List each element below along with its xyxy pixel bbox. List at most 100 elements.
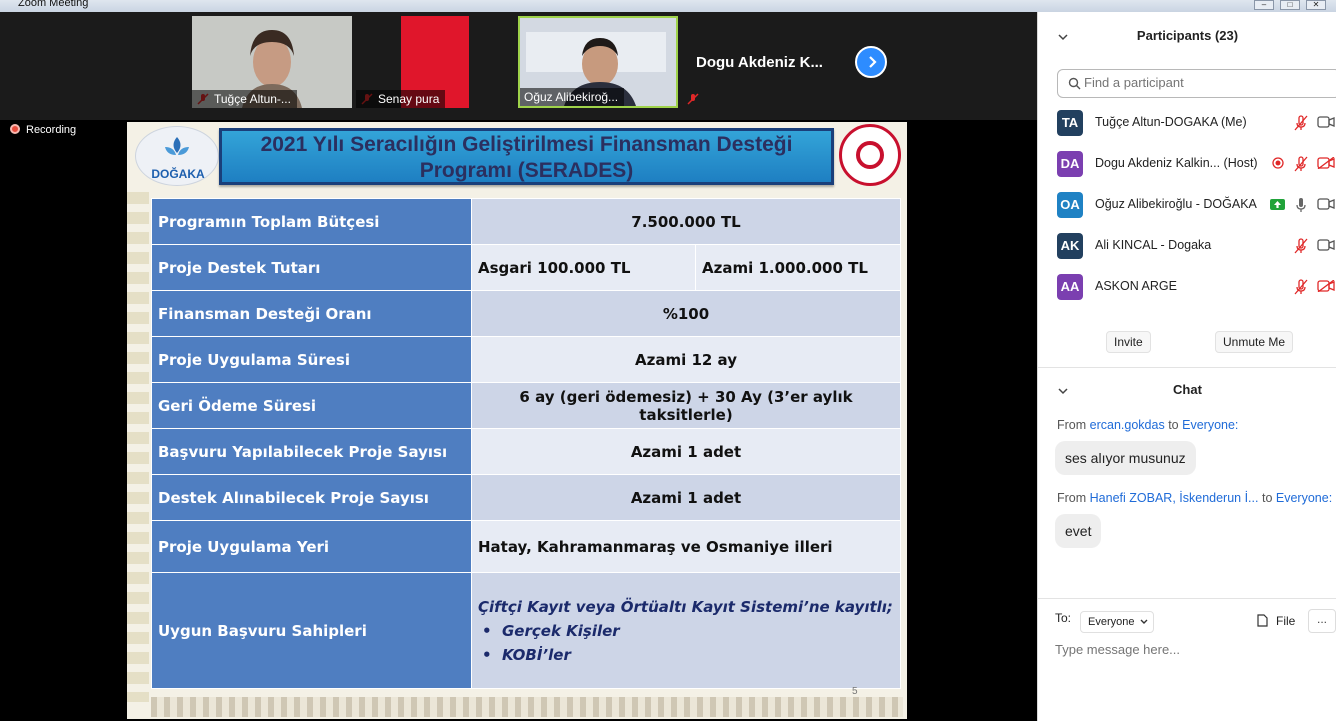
row-label: Proje Uygulama Süresi: [151, 336, 472, 383]
row-value: Azami 12 ay: [471, 336, 901, 383]
row-value: Hatay, Kahramanmaraş ve Osmaniye illeri: [471, 520, 901, 573]
unmute-me-button[interactable]: Unmute Me: [1215, 331, 1294, 353]
participant-row[interactable]: AA ASKON ARGE: [1038, 267, 1336, 307]
chevron-down-icon: [1140, 619, 1148, 624]
list-item: Gerçek Kişiler: [478, 619, 900, 643]
more-options-button[interactable]: ...: [1308, 609, 1336, 633]
row-label: Finansman Desteği Oranı: [151, 290, 472, 337]
row-label: Başvuru Yapılabilecek Proje Sayısı: [151, 428, 472, 475]
title-bar: Zoom Meeting – □ ✕: [0, 0, 1336, 12]
file-button[interactable]: File: [1257, 614, 1295, 628]
chat-message-input[interactable]: [1055, 642, 1325, 657]
meeting-area: Tuğçe Altun-... Senay pura Oğuz Alibekir…: [0, 12, 1037, 721]
row-value: Azami 1 adet: [471, 428, 901, 475]
from-label: From: [1057, 491, 1087, 505]
table-row: Proje Uygulama Süresi Azami 12 ay: [151, 336, 901, 383]
maximize-button[interactable]: □: [1280, 0, 1300, 10]
slide-title: 2021 Yılı Seracılığın Geliştirilmesi Fin…: [219, 128, 834, 185]
recipient-select[interactable]: Everyone: [1080, 611, 1154, 633]
participant-search[interactable]: [1057, 69, 1336, 98]
video-camera-icon[interactable]: [1317, 239, 1335, 251]
decorative-border: [151, 697, 903, 717]
dogaka-logo: DOĞAKA: [135, 126, 219, 186]
next-page-button[interactable]: [855, 46, 887, 78]
row-value: Asgari 100.000 TL: [471, 244, 696, 291]
video-thumbnail-active-speaker[interactable]: Oğuz Alibekiroğ...: [518, 16, 678, 108]
participant-name: Ali KINCAL - Dogaka: [1095, 238, 1212, 252]
close-button[interactable]: ✕: [1306, 0, 1326, 10]
table-row: Programın Toplam Bütçesi 7.500.000 TL: [151, 198, 901, 245]
recording-indicator[interactable]: Recording: [10, 124, 76, 136]
video-off-icon[interactable]: [1317, 280, 1335, 292]
row-value: %100: [471, 290, 901, 337]
video-camera-icon[interactable]: [1317, 198, 1335, 210]
table-row: Proje Destek Tutarı Asgari 100.000 TL Az…: [151, 244, 901, 291]
avatar: OA: [1057, 192, 1083, 218]
video-camera-icon[interactable]: [1317, 116, 1335, 128]
row-value: Azami 1.000.000 TL: [695, 244, 901, 291]
slide-title-line1: 2021 Yılı Seracılığın Geliştirilmesi Fin…: [260, 133, 793, 156]
search-input[interactable]: [1084, 75, 1324, 90]
table-row: Geri Ödeme Süresi 6 ay (geri ödemesiz) +…: [151, 382, 901, 429]
ministry-seal-icon: [839, 124, 901, 186]
mic-muted-icon[interactable]: [1294, 279, 1308, 295]
row-label: Proje Uygulama Yeri: [151, 520, 472, 573]
video-thumbnail[interactable]: Senay pura: [356, 16, 514, 108]
thumbnail-name: Tuğçe Altun-...: [192, 90, 297, 108]
participant-row[interactable]: DA Dogu Akdeniz Kalkin... (Host): [1038, 144, 1336, 184]
avatar: AK: [1057, 233, 1083, 259]
avatar: TA: [1057, 110, 1083, 136]
avatar: AA: [1057, 274, 1083, 300]
row-value: Azami 1 adet: [471, 474, 901, 521]
chat-sender[interactable]: ercan.gokdas: [1090, 418, 1165, 432]
video-thumbnail[interactable]: Dogu Akdeniz K...: [682, 16, 842, 108]
thumbnail-name: Oğuz Alibekiroğ...: [520, 88, 625, 106]
program-details-table: Programın Toplam Bütçesi 7.500.000 TL Pr…: [151, 198, 901, 689]
row-value: 7.500.000 TL: [471, 198, 901, 245]
chat-message-bubble: ses alıyor musunuz: [1055, 441, 1196, 475]
chat-recipient[interactable]: Everyone:: [1276, 491, 1332, 505]
screen-share-icon: [1270, 199, 1285, 210]
participant-row[interactable]: TA Tuğçe Altun-DOGAKA (Me): [1038, 103, 1336, 143]
video-thumbnail-strip: Tuğçe Altun-... Senay pura Oğuz Alibekir…: [0, 12, 1037, 120]
participant-row[interactable]: AK Ali KINCAL - Dogaka: [1038, 226, 1336, 266]
mic-muted-icon[interactable]: [1294, 115, 1308, 131]
table-row: Finansman Desteği Oranı %100: [151, 290, 901, 337]
window-title: Zoom Meeting: [18, 0, 89, 9]
list-intro: Çiftçi Kayıt veya Örtüaltı Kayıt Sistemi…: [478, 597, 893, 616]
decorative-border: [127, 192, 149, 702]
row-value: 6 ay (geri ödemesiz) + 30 Ay (3’er aylık…: [471, 382, 901, 429]
slide-page-number: 5: [852, 686, 858, 697]
chevron-right-icon: [869, 56, 877, 68]
participant-row[interactable]: OA Oğuz Alibekiroğlu - DOĞAKA: [1038, 185, 1336, 225]
row-label: Destek Alınabilecek Proje Sayısı: [151, 474, 472, 521]
mic-muted-icon[interactable]: [1294, 238, 1308, 254]
mic-on-icon[interactable]: [1294, 197, 1308, 213]
chat-message-bubble: evet: [1055, 514, 1102, 548]
search-icon: [1068, 77, 1081, 90]
row-label: Uygun Başvuru Sahipleri: [151, 572, 472, 689]
logo-text: DOĞAKA: [151, 167, 205, 181]
video-thumbnail[interactable]: Tuğçe Altun-...: [192, 16, 352, 108]
row-label: Proje Destek Tutarı: [151, 244, 472, 291]
minimize-button[interactable]: –: [1254, 0, 1274, 10]
participant-name: ASKON ARGE: [1095, 279, 1177, 293]
slide-title-line2: Programı (SERADES): [419, 159, 634, 182]
chat-title: Chat: [1173, 382, 1202, 397]
divider: [1038, 598, 1336, 599]
participant-name: Oğuz Alibekiroğlu - DOĞAKA: [1095, 197, 1257, 211]
invite-button[interactable]: Invite: [1106, 331, 1151, 353]
table-row: Başvuru Yapılabilecek Proje Sayısı Azami…: [151, 428, 901, 475]
row-label: Geri Ödeme Süresi: [151, 382, 472, 429]
to-label: To:: [1055, 611, 1072, 625]
file-label: File: [1276, 614, 1296, 628]
leaf-icon: [165, 137, 189, 155]
video-off-icon[interactable]: [1317, 157, 1335, 169]
chat-sender[interactable]: Hanefi ZOBAR, İskenderun İ...: [1090, 491, 1259, 505]
table-row: Proje Uygulama Yeri Hatay, Kahramanmaraş…: [151, 520, 901, 573]
chat-recipient[interactable]: Everyone:: [1182, 418, 1238, 432]
mic-muted-icon[interactable]: [1294, 156, 1308, 172]
participant-name: Tuğçe Altun-DOGAKA (Me): [1095, 115, 1247, 129]
divider: [1038, 367, 1336, 368]
to-label: to: [1261, 491, 1273, 505]
